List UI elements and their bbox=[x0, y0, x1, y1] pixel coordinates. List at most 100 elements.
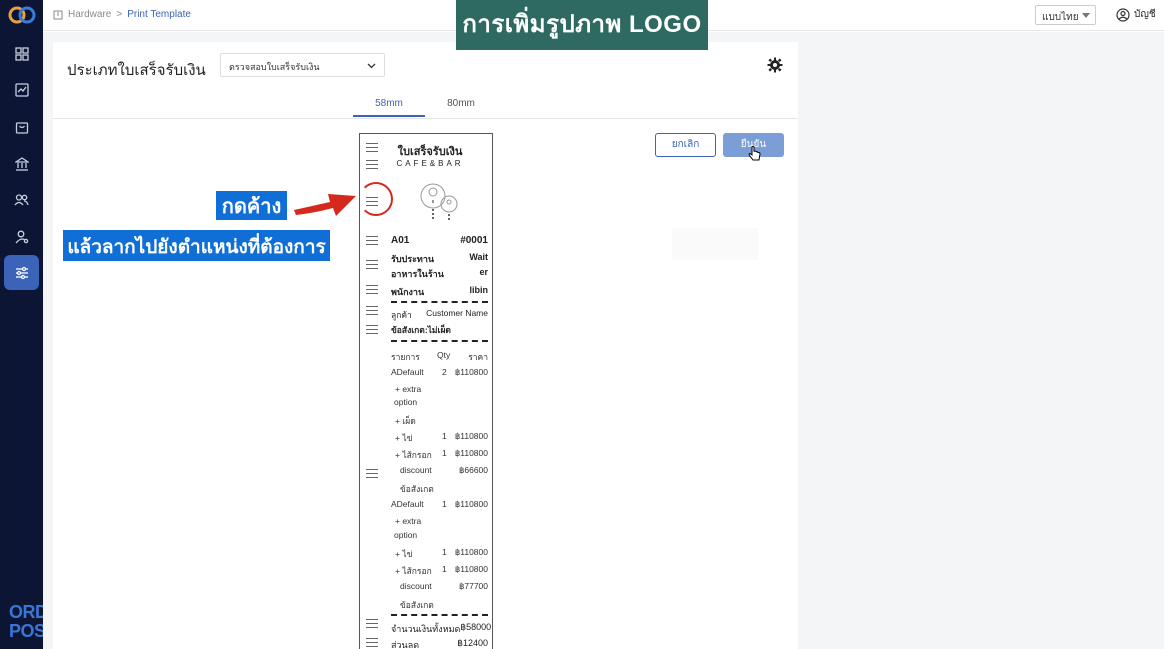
app-window: ORDER POS Hardware > Print Template แบบไ… bbox=[0, 0, 1164, 649]
col-item: รายการ bbox=[391, 352, 420, 362]
receipt-table-row: A01 #0001 bbox=[391, 235, 488, 246]
note-line: ข้อสังเกต:ไม่เผ็ด bbox=[391, 325, 451, 335]
faded-panel bbox=[672, 228, 758, 260]
col-qty: Qty bbox=[437, 350, 451, 360]
staff-value: libin bbox=[469, 285, 489, 295]
page-title: ประเภทใบเสร็จรับเงิน bbox=[67, 62, 206, 79]
table-row: + ไส้กรอก 1 ฿110800 bbox=[395, 448, 488, 460]
language-select[interactable]: แบบไทย bbox=[1035, 5, 1096, 25]
receipt-subtitle: CAFE&BAR bbox=[396, 159, 464, 168]
building-icon bbox=[53, 10, 63, 19]
divider bbox=[391, 614, 488, 616]
table-row: + extra bbox=[395, 516, 422, 526]
bag-icon bbox=[15, 121, 28, 134]
dining-label: รับประทาน bbox=[391, 254, 435, 264]
breadcrumb-print-template[interactable]: Print Template bbox=[127, 9, 191, 20]
user-circle-icon bbox=[1116, 7, 1130, 22]
total-value: ฿58000 bbox=[460, 622, 492, 632]
account-label: บัญชี bbox=[1134, 9, 1156, 20]
sliders-icon bbox=[15, 266, 28, 279]
sidebar: ORDER POS bbox=[0, 0, 72, 649]
drag-handle-icon[interactable] bbox=[366, 469, 378, 481]
receipt-title: ใบเสร็จรับเงิน bbox=[397, 146, 463, 158]
divider bbox=[391, 340, 488, 342]
drag-handle-icon[interactable] bbox=[366, 143, 378, 155]
tab-58mm[interactable]: 58mm bbox=[353, 98, 425, 117]
items-header: รายการ Qty ราคา bbox=[391, 350, 488, 364]
customer-label: ลูกค้า bbox=[391, 310, 412, 320]
highlight-circle bbox=[359, 182, 393, 216]
receipt-type-value: ตรวจสอบใบเสร็จรับเงิน bbox=[229, 62, 320, 72]
customer-row: ลูกค้า Customer Name bbox=[391, 308, 488, 322]
breadcrumb: Hardware > Print Template bbox=[53, 9, 191, 20]
receipt-type-select[interactable]: ตรวจสอบใบเสร็จรับเงิน bbox=[220, 53, 385, 77]
language-value: แบบไทย bbox=[1042, 12, 1079, 23]
drag-handle-icon[interactable] bbox=[366, 306, 378, 318]
discount-label: ส่วนลด bbox=[391, 640, 420, 649]
table-row: + extra bbox=[395, 384, 422, 394]
press-hold-label: กดค้าง bbox=[214, 189, 289, 222]
total-row: จำนวนเงินทั้งหมด ฿58000 bbox=[391, 622, 492, 636]
table-row: + ไส้กรอก 1 ฿110800 bbox=[395, 564, 488, 576]
tab-80mm[interactable]: 80mm bbox=[436, 98, 486, 109]
app-logo-icon bbox=[8, 6, 36, 24]
sidebar-item-members[interactable] bbox=[4, 182, 39, 217]
account-menu[interactable]: บัญชี bbox=[1116, 7, 1156, 22]
total-label: จำนวนเงินทั้งหมด bbox=[391, 624, 461, 634]
table-row: + ไข่ 1 ฿110800 bbox=[395, 547, 488, 559]
drag-handle-icon[interactable] bbox=[366, 285, 378, 297]
customer-value: Customer Name bbox=[426, 308, 488, 318]
sidebar-item-settings[interactable] bbox=[4, 255, 39, 290]
drag-handle-icon[interactable] bbox=[366, 325, 378, 337]
table-row: discount ฿66600 bbox=[400, 465, 488, 475]
caret-down-icon bbox=[1082, 13, 1090, 18]
table-row: + ไข่ 1 ฿110800 bbox=[395, 431, 488, 443]
user-settings-icon bbox=[15, 230, 28, 243]
sidebar-item-dashboard[interactable] bbox=[4, 36, 39, 71]
logo-placeholder-icon bbox=[420, 183, 458, 220]
chevron-down-icon bbox=[367, 63, 376, 69]
drag-handle-icon[interactable] bbox=[366, 638, 378, 649]
staff-row: พนักงาน libin bbox=[391, 285, 488, 299]
users-icon bbox=[14, 193, 29, 205]
table-row: + เผ็ด bbox=[395, 416, 416, 426]
sidebar-item-reports[interactable] bbox=[4, 72, 39, 107]
gear-icon[interactable] bbox=[767, 57, 783, 73]
table-label: A01 bbox=[391, 235, 410, 246]
sidebar-item-store[interactable] bbox=[4, 146, 39, 181]
breadcrumb-separator: > bbox=[116, 9, 123, 20]
table-row: discount ฿77700 bbox=[400, 581, 488, 591]
dining-value: Wait bbox=[469, 252, 488, 262]
dining-row-2: อาหารในร้าน er bbox=[391, 267, 488, 281]
order-number: #0001 bbox=[460, 235, 488, 246]
table-row: option bbox=[394, 530, 418, 540]
chart-icon bbox=[14, 82, 29, 97]
tab-divider bbox=[53, 118, 798, 119]
hand-cursor-icon bbox=[748, 146, 761, 161]
table-row: option bbox=[394, 397, 418, 407]
tutorial-banner: การเพิ่มรูปภาพ LOGO bbox=[456, 0, 708, 50]
dining-row: รับประทาน Wait bbox=[391, 252, 488, 266]
arrow-right-icon bbox=[294, 194, 356, 216]
drag-handle-icon[interactable] bbox=[366, 236, 378, 248]
sidebar-item-staff[interactable] bbox=[4, 219, 39, 254]
dining-value-2: er bbox=[479, 267, 488, 277]
col-price: ราคา bbox=[468, 352, 488, 362]
drag-handle-icon[interactable] bbox=[366, 160, 378, 172]
discount-row: ส่วนลด ฿12400 bbox=[391, 638, 488, 649]
drag-handle-icon[interactable] bbox=[366, 619, 378, 631]
divider bbox=[391, 301, 488, 303]
table-row: ข้อสังเกต bbox=[400, 600, 434, 610]
dining-label-2: อาหารในร้าน bbox=[391, 269, 444, 279]
table-row: ADefault 2 ฿110800 bbox=[391, 367, 488, 377]
sidebar-item-orders[interactable] bbox=[4, 109, 39, 144]
bank-icon bbox=[14, 156, 29, 171]
drag-hint-label: แล้วลากไปยังตำแหน่งที่ต้องการ bbox=[61, 228, 332, 263]
grid-icon bbox=[14, 46, 29, 61]
cancel-button[interactable]: ยกเลิก bbox=[655, 133, 716, 157]
table-row: ADefault 1 ฿110800 bbox=[391, 499, 488, 509]
breadcrumb-hardware[interactable]: Hardware bbox=[68, 9, 111, 20]
table-row: ข้อสังเกต bbox=[400, 484, 434, 494]
drag-handle-icon[interactable] bbox=[366, 260, 378, 272]
staff-label: พนักงาน bbox=[391, 287, 425, 297]
